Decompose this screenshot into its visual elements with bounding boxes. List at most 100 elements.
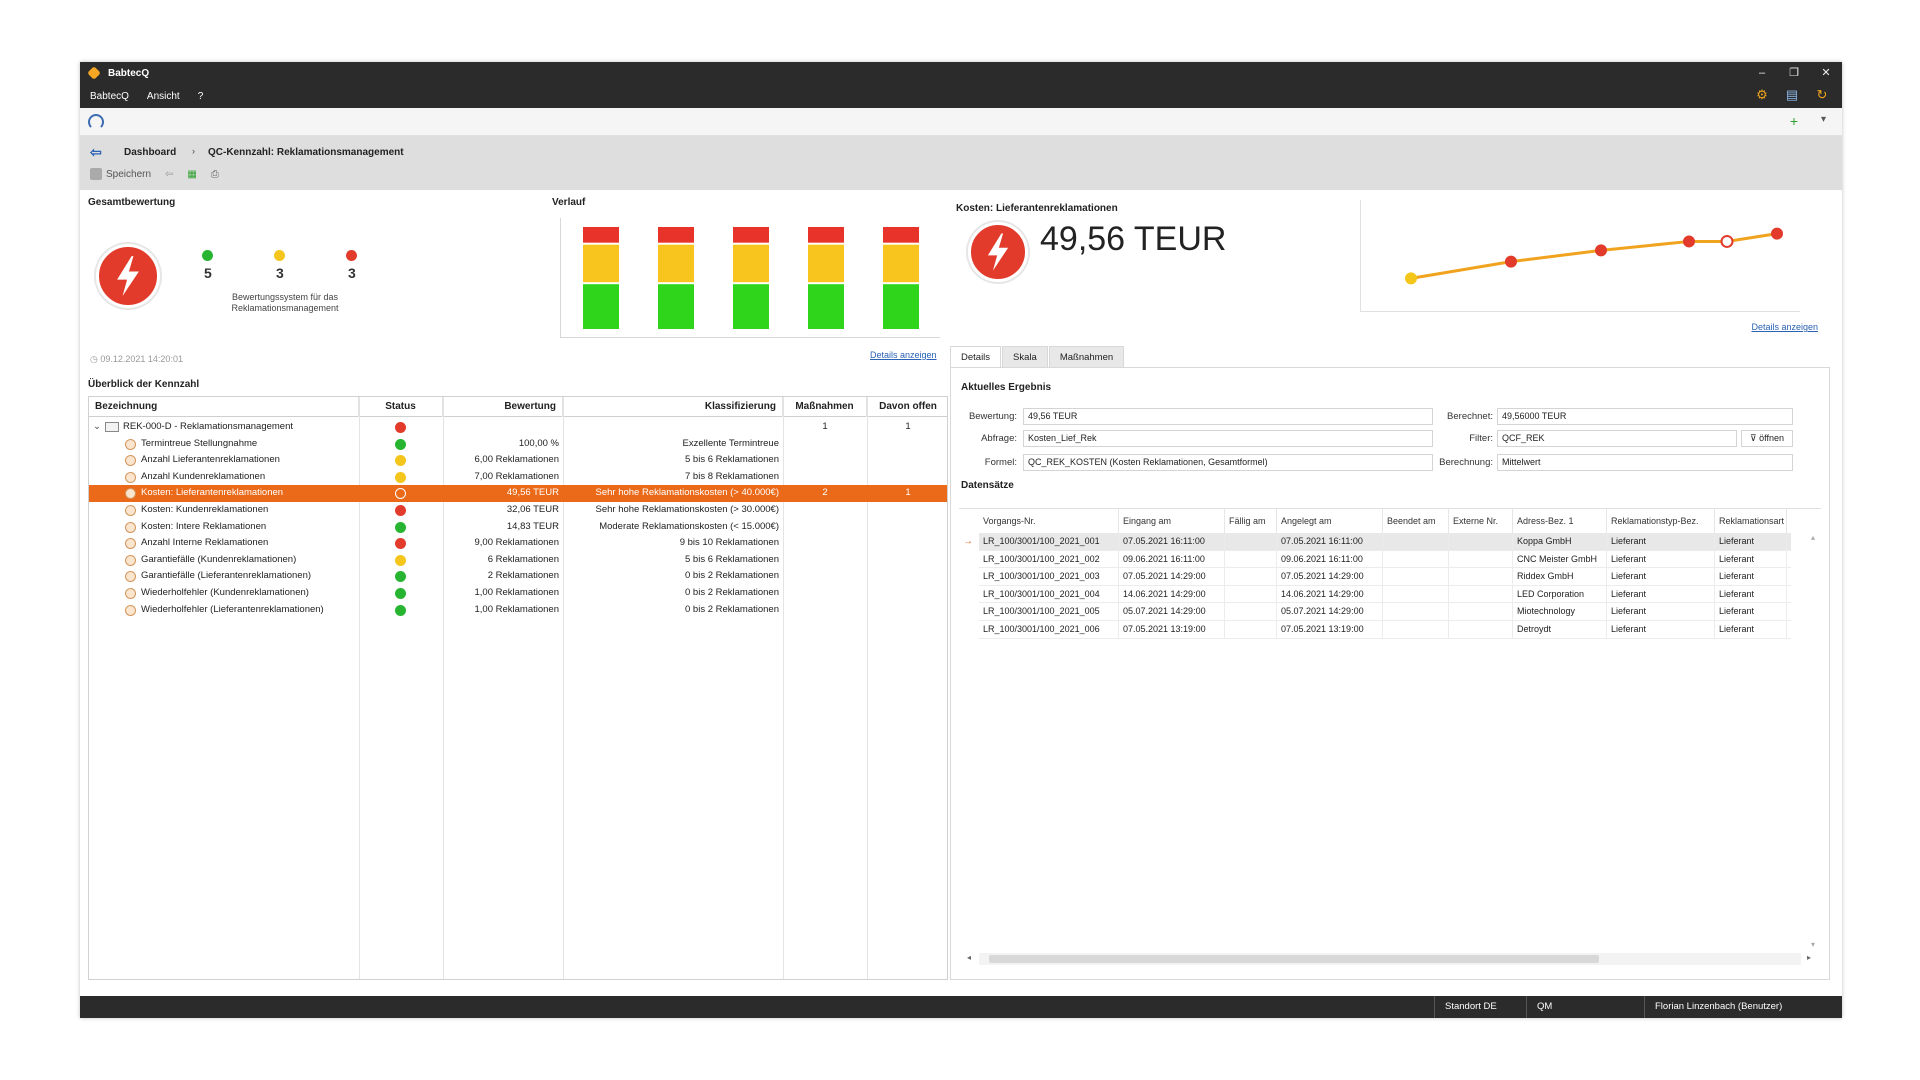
trend-point[interactable]: [1405, 272, 1417, 285]
col-status[interactable]: Status: [359, 397, 443, 417]
row-name: Kosten: Kundenreklamationen: [141, 504, 269, 515]
kpi-node-icon: [125, 571, 136, 583]
row-classification: 9 bis 10 Reklamationen: [679, 537, 779, 549]
breadcrumb-dashboard[interactable]: Dashboard: [124, 147, 176, 158]
menu-item-ansicht[interactable]: Ansicht: [147, 91, 180, 102]
refresh-icon[interactable]: ↻: [1814, 87, 1830, 103]
export-icon[interactable]: ▦: [187, 169, 196, 180]
table-row[interactable]: LR_100/3001/100_2021_002 09.06.2021 16:11…: [979, 550, 1791, 569]
table-row[interactable]: Kosten: Lieferantenreklamationen 49,56 TE…: [89, 485, 947, 502]
verlauf-details-link[interactable]: Details anzeigen: [870, 350, 937, 360]
menu-item-help[interactable]: ?: [198, 91, 204, 102]
add-tab-icon[interactable]: +: [1790, 113, 1798, 129]
records-cell: [1383, 621, 1449, 639]
table-row[interactable]: LR_100/3001/100_2021_005 05.07.2021 14:29…: [979, 603, 1791, 621]
table-row[interactable]: LR_100/3001/100_2021_003 07.05.2021 14:29…: [979, 568, 1791, 586]
col-bezeichnung[interactable]: Bezeichnung: [89, 397, 359, 417]
records-cell: [1449, 603, 1513, 621]
records-col-header[interactable]: Angelegt am: [1277, 509, 1383, 533]
horizontal-scrollbar[interactable]: ◂ ▸: [967, 953, 1811, 965]
trend-point[interactable]: [1683, 235, 1695, 248]
records-cell: CNC Meister GmbH: [1513, 550, 1607, 569]
save-label: Speichern: [106, 168, 152, 180]
menu-item-babtecq[interactable]: BabtecQ: [90, 91, 129, 102]
scroll-right-icon[interactable]: ▸: [1807, 953, 1811, 962]
records-col-header[interactable]: Reklamationstyp-Bez.: [1607, 509, 1715, 533]
scroll-up-icon[interactable]: ▴: [1811, 533, 1815, 542]
formel-label: Formel:: [984, 457, 1017, 468]
filter-field[interactable]: QCF_REK: [1497, 430, 1737, 447]
table-row[interactable]: Anzahl Interne Reklamationen 9,00 Reklama…: [89, 535, 947, 552]
collapse-chevron-icon[interactable]: ⌄: [93, 419, 101, 436]
table-row[interactable]: Garantiefälle (Kundenreklamationen) 6 Rek…: [89, 552, 947, 569]
records-cell: Lieferant: [1715, 585, 1787, 604]
scroll-left-icon[interactable]: ◂: [967, 953, 971, 962]
table-row[interactable]: LR_100/3001/100_2021_006 07.05.2021 13:19…: [979, 621, 1791, 639]
col-klassifizierung[interactable]: Klassifizierung: [563, 397, 783, 417]
tab-massnahmen[interactable]: Maßnahmen: [1048, 346, 1125, 368]
table-row[interactable]: Garantiefälle (Lieferantenreklamationen)…: [89, 568, 947, 585]
table-row-root[interactable]: ⌄ REK-000-D - Reklamationsmanagement 1 1: [89, 419, 947, 436]
row-value: 7,00 Reklamationen: [474, 470, 560, 482]
root-name: REK-000-D - Reklamationsmanagement: [123, 421, 294, 432]
tab-skala[interactable]: Skala: [1002, 346, 1048, 368]
verlauf-bar-segment: [883, 227, 919, 243]
records-col-header[interactable]: Eingang am: [1119, 509, 1225, 533]
records-col-header[interactable]: Externe Nr.: [1449, 509, 1513, 533]
table-row[interactable]: Anzahl Lieferantenreklamationen 6,00 Rekl…: [89, 452, 947, 469]
trend-point[interactable]: [1720, 234, 1734, 248]
report-icon[interactable]: ▤: [1784, 87, 1800, 103]
restore-button[interactable]: ❐: [1778, 62, 1810, 84]
save-button[interactable]: Speichern: [90, 168, 151, 180]
abfrage-field[interactable]: Kosten_Lief_Rek: [1023, 430, 1433, 447]
table-row[interactable]: Wiederholfehler (Kundenreklamationen) 1,0…: [89, 585, 947, 602]
user-settings-icon[interactable]: ⚙: [1754, 87, 1770, 103]
table-row[interactable]: Termintreue Stellungnahme 100,00 % Exzelle…: [89, 436, 947, 453]
row-status-dot: [395, 588, 406, 599]
records-col-header[interactable]: Vorgangs-Nr.: [979, 509, 1119, 533]
bewertung-field[interactable]: 49,56 TEUR: [1023, 408, 1433, 425]
table-row[interactable]: Kosten: Kundenreklamationen 32,06 TEUR Seh…: [89, 502, 947, 519]
timestamp: ◷ 09.12.2021 14:20:01: [90, 354, 183, 365]
scrollbar-thumb[interactable]: [989, 955, 1599, 963]
close-button[interactable]: ✕: [1810, 62, 1842, 84]
records-col-header[interactable]: Adress-Bez. 1: [1513, 509, 1607, 533]
records-col-header[interactable]: Fällig am: [1225, 509, 1277, 533]
berechnung-label: Berechnung:: [1439, 457, 1493, 468]
kpi-details-link[interactable]: Details anzeigen: [1751, 322, 1818, 332]
back-arrow-icon[interactable]: ⇦: [90, 144, 102, 161]
col-bewertung[interactable]: Bewertung: [443, 397, 563, 417]
row-name: Garantiefälle (Lieferantenreklamationen): [141, 570, 312, 582]
col-davon-offen[interactable]: Davon offen: [867, 397, 949, 417]
tab-details[interactable]: Details: [950, 346, 1002, 368]
scroll-down-icon[interactable]: ▾: [1811, 940, 1815, 949]
undo-icon[interactable]: ⇦: [165, 169, 173, 180]
col-massnahmen[interactable]: Maßnahmen: [783, 397, 867, 417]
formel-field[interactable]: QC_REK_KOSTEN (Kosten Reklamationen, Ges…: [1023, 454, 1433, 471]
trend-point[interactable]: [1595, 244, 1607, 257]
row-actions: 2: [822, 487, 828, 499]
berechnung-field[interactable]: Mittelwert: [1497, 454, 1793, 471]
minimize-button[interactable]: –: [1746, 62, 1778, 84]
table-row[interactable]: LR_100/3001/100_2021_001 07.05.2021 16:11…: [979, 533, 1791, 551]
records-cell: [1225, 568, 1277, 586]
table-row[interactable]: Kosten: Intere Reklamationen 14,83 TEUR Mo…: [89, 519, 947, 536]
kpi-node-icon: [125, 505, 136, 516]
records-col-header[interactable]: Reklamationsart: [1715, 509, 1787, 533]
print-icon[interactable]: ⎙: [211, 169, 219, 180]
trend-point[interactable]: [1505, 255, 1517, 268]
table-row[interactable]: Anzahl Kundenreklamationen 7,00 Reklamati…: [89, 469, 947, 486]
trend-point[interactable]: [1771, 227, 1783, 240]
filter-open-button[interactable]: ⊽ öffnen: [1741, 430, 1793, 447]
chevron-down-icon[interactable]: ▾: [1821, 114, 1826, 125]
records-col-header[interactable]: Beendet am: [1383, 509, 1449, 533]
verlauf-bar-segment: [733, 244, 769, 283]
table-row[interactable]: Wiederholfehler (Lieferantenreklamatione…: [89, 602, 947, 619]
berechnet-field[interactable]: 49,56000 TEUR: [1497, 408, 1793, 425]
row-status-dot: [395, 521, 406, 533]
dashboard-gauge-icon[interactable]: [88, 114, 104, 130]
verlauf-bar-segment: [808, 244, 844, 283]
records-cell: [1449, 550, 1513, 569]
records-cell: 07.05.2021 14:29:00: [1119, 568, 1225, 586]
table-row[interactable]: LR_100/3001/100_2021_004 14.06.2021 14:29…: [979, 585, 1791, 604]
